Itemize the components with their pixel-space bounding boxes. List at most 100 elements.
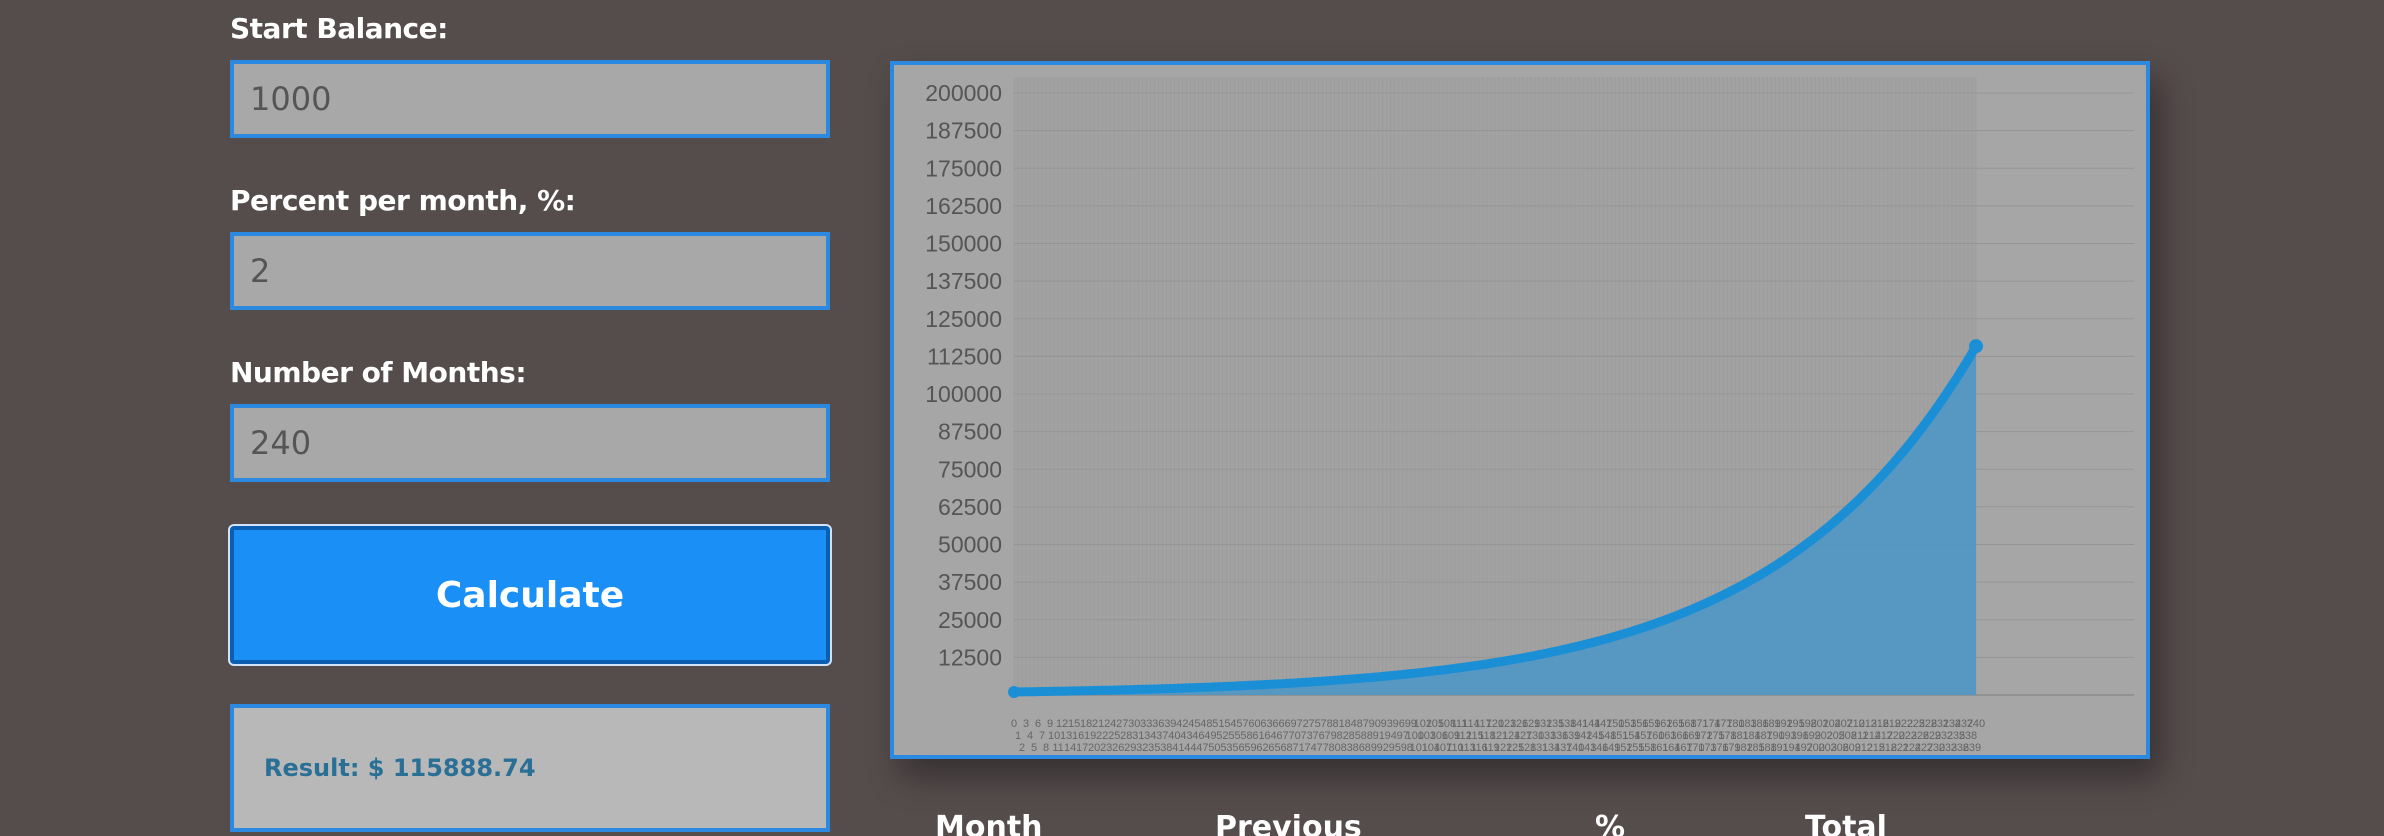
x-tick-labels: 0123456789101112131415161718192021222324… [1011, 718, 1985, 754]
result-box: Result: $ 115888.74 [230, 704, 830, 832]
x-tick-label: 58 [1240, 730, 1252, 742]
y-tick-label: 37500 [938, 569, 1002, 595]
y-tick-label: 12500 [938, 644, 1002, 670]
x-tick-label: 55 [1228, 730, 1240, 742]
x-tick-label: 72 [1296, 718, 1308, 730]
x-tick-label: 239 [1963, 742, 1981, 754]
x-tick-label: 92 [1377, 742, 1389, 754]
x-tick-label: 93 [1381, 718, 1393, 730]
x-tick-label: 95 [1389, 742, 1401, 754]
start-point [1008, 685, 1020, 698]
x-tick-label: 34 [1144, 730, 1156, 742]
x-tick-label: 61 [1252, 730, 1264, 742]
months-label: Number of Months: [230, 356, 527, 389]
percent-input[interactable] [230, 232, 830, 310]
x-tick-label: 90 [1369, 718, 1381, 730]
chart-panel: 12500 25000 37500 50000 62500 75000 87500 10000… [890, 61, 2150, 759]
y-tick-label: 150000 [925, 231, 1002, 257]
x-tick-label: 20 [1088, 742, 1100, 754]
x-tick-label: 27 [1116, 718, 1128, 730]
x-tick-label: 49 [1204, 730, 1216, 742]
x-tick-label: 15 [1068, 718, 1080, 730]
x-tick-label: 43 [1180, 730, 1192, 742]
x-tick-label: 52 [1216, 730, 1228, 742]
x-tick-label: 9 [1047, 718, 1053, 730]
x-tick-label: 77 [1317, 742, 1329, 754]
x-tick-label: 89 [1365, 742, 1377, 754]
x-tick-label: 40 [1168, 730, 1180, 742]
x-tick-label: 36 [1152, 718, 1164, 730]
x-tick-label: 76 [1313, 730, 1325, 742]
x-tick-label: 19 [1084, 730, 1096, 742]
x-tick-label: 70 [1288, 730, 1300, 742]
x-tick-label: 48 [1200, 718, 1212, 730]
y-tick-label: 137500 [925, 268, 1002, 294]
x-tick-label: 0 [1011, 718, 1017, 730]
x-tick-label: 51 [1212, 718, 1224, 730]
x-tick-label: 1 [1015, 730, 1021, 742]
x-tick-label: 12 [1056, 718, 1068, 730]
x-tick-label: 74 [1304, 742, 1316, 754]
y-tick-label: 75000 [938, 456, 1002, 482]
x-tick-label: 23 [1100, 742, 1112, 754]
start-balance-input[interactable] [230, 60, 830, 138]
y-tick-label: 50000 [938, 532, 1002, 558]
results-table-header: Month Previous % Total [890, 810, 2150, 836]
growth-chart: 1250025000375005000062500750008750010000… [925, 77, 2134, 754]
x-tick-label: 240 [1967, 718, 1985, 730]
x-tick-label: 46 [1192, 730, 1204, 742]
x-tick-label: 17 [1076, 742, 1088, 754]
x-tick-label: 82 [1337, 730, 1349, 742]
result-text: Result: $ 115888.74 [264, 754, 536, 782]
th-month: Month [935, 810, 1043, 836]
x-tick-label: 85 [1349, 730, 1361, 742]
x-tick-label: 42 [1176, 718, 1188, 730]
x-tick-label: 80 [1329, 742, 1341, 754]
x-tick-label: 25 [1108, 730, 1120, 742]
x-tick-label: 24 [1104, 718, 1116, 730]
x-tick-label: 32 [1136, 742, 1148, 754]
x-tick-label: 62 [1256, 742, 1268, 754]
x-tick-label: 3 [1023, 718, 1029, 730]
x-tick-label: 41 [1172, 742, 1184, 754]
x-tick-label: 7 [1039, 730, 1045, 742]
y-tick-label: 112500 [927, 343, 1002, 369]
x-tick-label: 83 [1341, 742, 1353, 754]
x-tick-label: 94 [1385, 730, 1397, 742]
x-tick-label: 31 [1132, 730, 1144, 742]
x-tick-label: 26 [1112, 742, 1124, 754]
x-tick-label: 45 [1188, 718, 1200, 730]
x-tick-label: 10 [1048, 730, 1060, 742]
x-tick-label: 11 [1052, 742, 1063, 754]
x-tick-label: 38 [1160, 742, 1172, 754]
x-tick-label: 84 [1345, 718, 1357, 730]
x-tick-label: 29 [1124, 742, 1136, 754]
x-tick-label: 63 [1260, 718, 1272, 730]
x-tick-label: 8 [1043, 742, 1049, 754]
x-tick-label: 28 [1120, 730, 1132, 742]
th-percent: % [1595, 810, 1626, 836]
x-tick-label: 21 [1092, 718, 1104, 730]
x-tick-label: 53 [1220, 742, 1232, 754]
x-tick-label: 67 [1276, 730, 1288, 742]
x-tick-label: 5 [1031, 742, 1037, 754]
y-tick-label: 187500 [925, 118, 1002, 144]
x-tick-label: 35 [1148, 742, 1160, 754]
x-tick-label: 96 [1393, 718, 1405, 730]
x-tick-label: 6 [1035, 718, 1041, 730]
x-tick-label: 22 [1096, 730, 1108, 742]
x-tick-label: 33 [1140, 718, 1152, 730]
x-tick-label: 4 [1027, 730, 1033, 742]
months-input[interactable] [230, 404, 830, 482]
start-balance-label: Start Balance: [230, 12, 448, 45]
x-tick-label: 30 [1128, 718, 1140, 730]
x-tick-label: 47 [1196, 742, 1208, 754]
x-tick-label: 91 [1373, 730, 1385, 742]
y-tick-label: 200000 [925, 80, 1002, 106]
y-tick-label: 100000 [925, 381, 1002, 407]
calculate-button[interactable]: Calculate [230, 526, 830, 664]
x-tick-label: 71 [1292, 742, 1304, 754]
th-previous: Previous [1215, 810, 1362, 836]
x-tick-label: 79 [1325, 730, 1337, 742]
x-tick-label: 66 [1272, 718, 1284, 730]
